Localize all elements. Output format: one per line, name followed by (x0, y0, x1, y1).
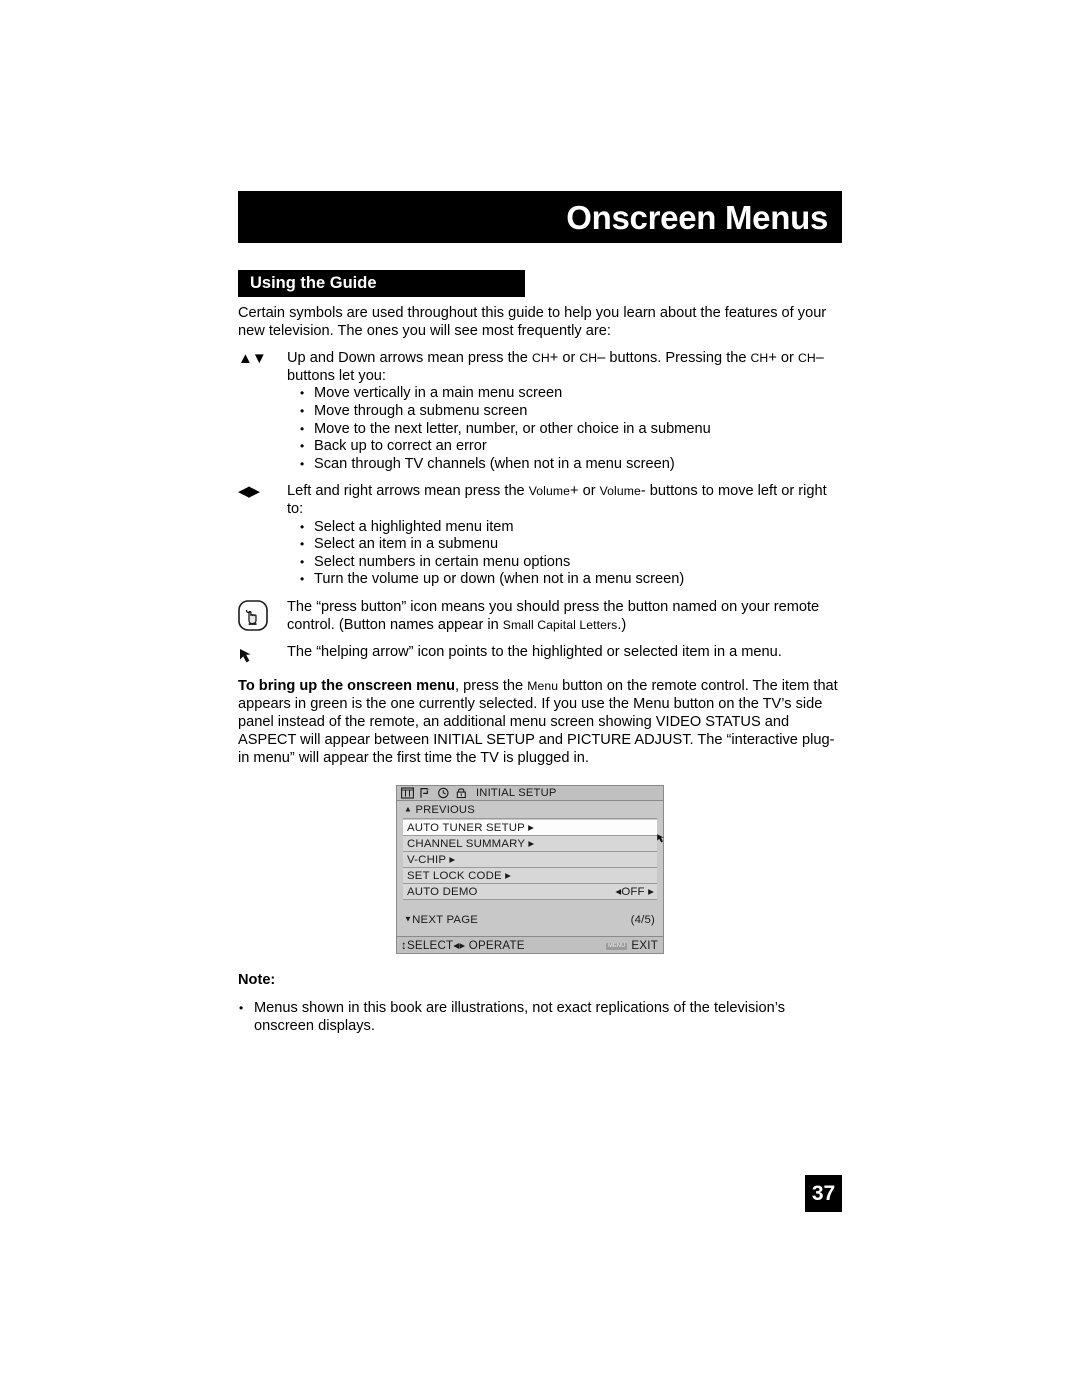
osd-status-bar: ↕SELECT◂▸ OPERATE MENU EXIT (397, 936, 663, 953)
smallcap-volume: Volume (599, 484, 641, 499)
text-segment: , press the (455, 678, 528, 694)
symbol-description-helping-arrow: The “helping arrow” icon points to the h… (287, 644, 782, 661)
smallcap-ch: CH (797, 351, 816, 366)
osd-menu-item-label: AUTO TUNER SETUP ▸ (407, 821, 535, 834)
osd-status-exit-group[interactable]: MENU EXIT (606, 939, 658, 952)
osd-previous-arrow-icon: ▲ (404, 804, 413, 814)
osd-next-page-left: ▼NEXT PAGE (404, 914, 478, 926)
symbol-entry-up-down: ▲▼ Up and Down arrows mean press the CH+… (238, 350, 842, 473)
list-item: Turn the volume up or down (when not in … (299, 571, 842, 589)
list-item: Menus shown in this book are illustratio… (238, 1000, 842, 1035)
osd-status-exit-label: EXIT (631, 938, 658, 952)
menu-intro-paragraph: To bring up the onscreen menu, press the… (238, 678, 842, 768)
flag-icon (419, 787, 432, 799)
clock-icon (437, 787, 450, 799)
osd-menu-item-channel-summary[interactable]: CHANNEL SUMMARY ▸ (403, 836, 657, 852)
list-item: Scan through TV channels (when not in a … (299, 456, 842, 474)
text-segment: .) (617, 616, 627, 633)
text-segment: + or (549, 350, 580, 367)
symbol-description-press-button: The “press button” icon means you should… (287, 599, 842, 634)
symbol-description-up-down: Up and Down arrows mean press the CH+ or… (287, 350, 842, 385)
press-button-hand-icon (238, 599, 284, 631)
smallcap-volume: Volume (528, 484, 570, 499)
text-segment: – buttons. Pressing the (597, 350, 751, 367)
page-title: Onscreen Menus (566, 198, 828, 236)
note-list: Menus shown in this book are illustratio… (238, 1000, 842, 1035)
bullet-list-up-down: Move vertically in a main menu screen Mo… (287, 385, 842, 473)
osd-previous-row[interactable]: ▲ PREVIOUS (403, 804, 657, 819)
osd-status-select-operate: ↕SELECT◂▸ OPERATE (401, 939, 525, 952)
osd-menu-item-auto-demo[interactable]: AUTO DEMO ◂OFF ▸ (403, 884, 657, 900)
osd-menu-item-label: SET LOCK CODE ▸ (407, 869, 512, 882)
menu-button-chip-icon: MENU (606, 942, 628, 951)
intro-paragraph: Certain symbols are used throughout this… (238, 305, 827, 339)
text-segment: Up and Down arrows mean press the (287, 350, 532, 367)
page-number-badge: 37 (805, 1175, 842, 1212)
symbol-entry-helping-arrow: The “helping arrow” icon points to the h… (238, 644, 842, 665)
symbol-entry-left-right: ◀▶ Left and right arrows mean press the … (238, 483, 842, 589)
osd-menu-item-v-chip[interactable]: V-CHIP ▸ (403, 852, 657, 868)
list-item: Select a highlighted menu item (299, 519, 842, 537)
osd-title-text: INITIAL SETUP (476, 787, 557, 799)
list-item: Move vertically in a main menu screen (299, 385, 842, 403)
bullet-list-left-right: Select a highlighted menu item Select an… (287, 519, 842, 589)
osd-menu-item-auto-tuner-setup[interactable]: AUTO TUNER SETUP ▸ (403, 820, 657, 836)
text-segment: + or (768, 350, 798, 367)
osd-body: ▲ PREVIOUS AUTO TUNER SETUP ▸ CHANNEL SU… (397, 801, 663, 926)
helping-arrow-icon (656, 833, 667, 844)
page-header-bar: Onscreen Menus (238, 191, 842, 243)
list-item: Move through a submenu screen (299, 403, 842, 421)
list-item: Select numbers in certain menu options (299, 554, 842, 572)
up-down-arrows-icon: ▲▼ (238, 350, 267, 368)
osd-next-arrow-icon: ▼ (404, 914, 413, 924)
text-segment: Left and right arrows mean press the (287, 483, 529, 500)
lock-icon (455, 787, 468, 799)
list-item: Back up to correct an error (299, 438, 842, 456)
osd-title-bar: INITIAL SETUP (397, 786, 663, 801)
osd-page-indicator: (4/5) (630, 914, 655, 926)
osd-menu-item-label: V-CHIP ▸ (407, 853, 456, 866)
smallcap-letters: Small Capital Letters (502, 617, 618, 632)
guide-content: Certain symbols are used throughout this… (238, 305, 842, 663)
smallcap-ch: CH (750, 351, 769, 366)
note-heading: Note: (238, 972, 276, 988)
onscreen-menu-illustration: INITIAL SETUP ▲ PREVIOUS AUTO TUNER SETU… (396, 785, 664, 954)
osd-menu-item-set-lock-code[interactable]: SET LOCK CODE ▸ (403, 868, 657, 884)
list-item: Move to the next letter, number, or othe… (299, 421, 842, 439)
osd-menu-item-label: CHANNEL SUMMARY ▸ (407, 837, 535, 850)
osd-menu-item-label: AUTO DEMO (407, 885, 478, 898)
left-right-arrows-icon: ◀▶ (238, 483, 260, 501)
symbol-description-left-right: Left and right arrows mean press the Vol… (287, 483, 842, 518)
osd-next-page-row[interactable]: ▼NEXT PAGE (4/5) (403, 914, 657, 926)
section-header-bar: Using the Guide (238, 270, 525, 297)
symbol-entry-press-button: The “press button” icon means you should… (238, 599, 842, 634)
smallcap-ch: CH (579, 351, 598, 366)
osd-menu-item-value: ◂OFF ▸ (615, 885, 654, 898)
text-segment: + or (570, 483, 600, 500)
columns-icon (401, 787, 414, 799)
helping-arrow-icon (238, 644, 284, 665)
section-title: Using the Guide (250, 274, 377, 293)
list-item: Select an item in a submenu (299, 536, 842, 554)
osd-next-page-label: NEXT PAGE (412, 914, 479, 926)
osd-previous-label: PREVIOUS (415, 804, 475, 816)
smallcap-menu: Menu (527, 679, 559, 693)
note-body: Menus shown in this book are illustratio… (238, 1000, 842, 1035)
menu-intro-bold-lead: To bring up the onscreen menu (238, 678, 456, 694)
manual-page: Onscreen Menus Using the Guide Certain s… (0, 0, 1080, 1397)
smallcap-ch: CH (531, 351, 550, 366)
